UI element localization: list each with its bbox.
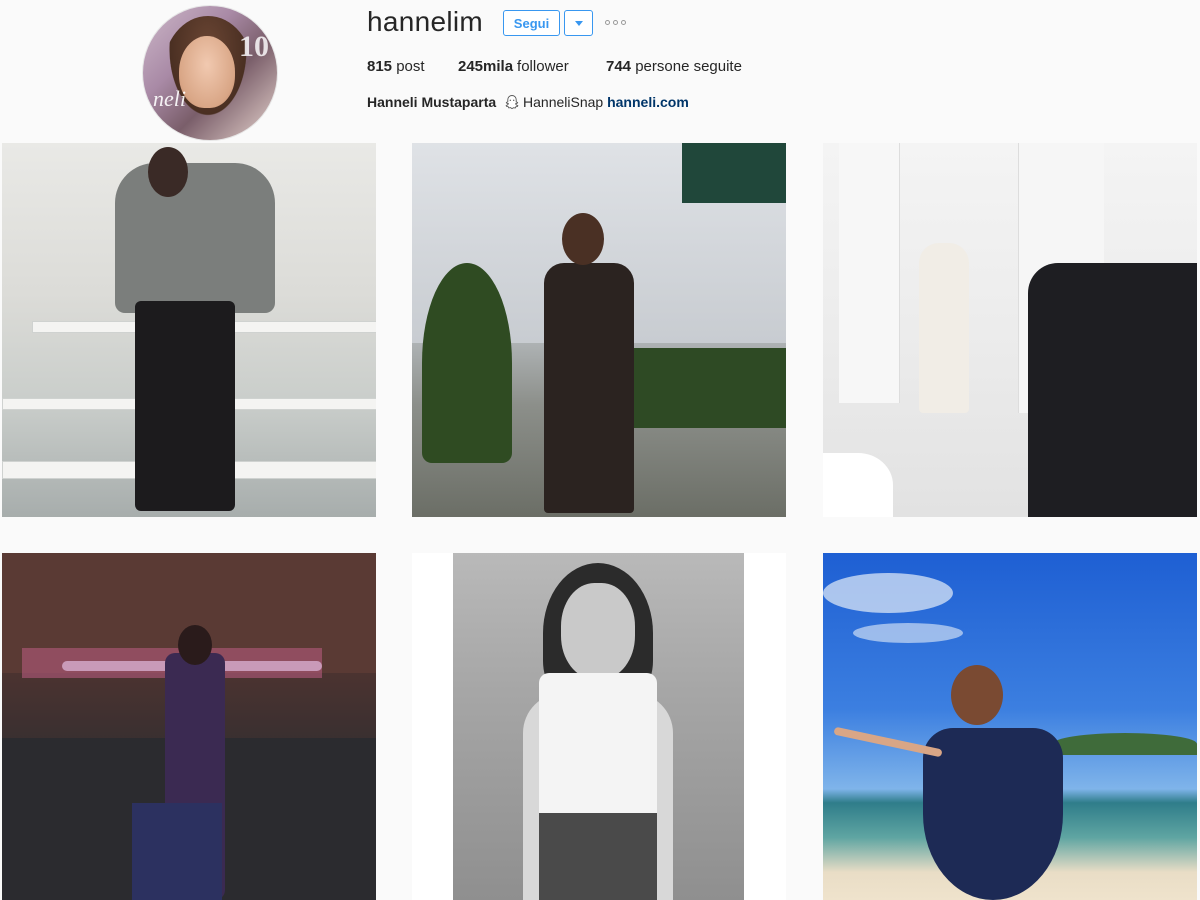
avatar-cover-title: neli	[153, 86, 186, 111]
followers-label: follower	[517, 58, 569, 75]
post-tile[interactable]	[2, 553, 376, 900]
post-decor	[422, 263, 512, 463]
more-options-icon	[613, 20, 618, 25]
post-figure	[178, 625, 212, 665]
post-figure	[561, 583, 635, 679]
avatar-cover-number: 10	[239, 30, 269, 63]
followers-stat[interactable]: 245mila follower	[458, 58, 569, 75]
profile-bio: Hanneli Mustaparta HanneliSnap hanneli.c…	[367, 94, 689, 110]
post-decor	[853, 623, 963, 643]
profile-avatar[interactable]: 10 neli	[143, 6, 277, 140]
post-tile[interactable]	[412, 143, 786, 517]
post-tile[interactable]	[2, 143, 376, 517]
more-options-icon	[621, 20, 626, 25]
profile-header: 10 neli hannelim Segui 815 post 245mila f…	[0, 0, 1200, 142]
post-figure	[919, 243, 969, 413]
more-options-button[interactable]	[605, 15, 629, 31]
posts-count: 815	[367, 58, 393, 75]
post-decor	[132, 803, 222, 900]
avatar-face	[179, 36, 235, 108]
post-figure	[562, 213, 604, 265]
post-figure	[951, 665, 1003, 725]
posts-label: post	[396, 58, 425, 75]
following-label: persone seguite	[635, 58, 742, 75]
following-stat[interactable]: 744 persone seguite	[606, 58, 742, 75]
following-count: 744	[606, 58, 632, 75]
post-figure	[1028, 263, 1197, 517]
post-decor	[823, 453, 893, 517]
website-link[interactable]: hanneli.com	[607, 94, 689, 110]
snapchat-ghost-icon	[505, 95, 519, 110]
post-figure	[115, 163, 275, 313]
follow-button[interactable]: Segui	[503, 10, 560, 36]
post-decor	[682, 143, 786, 203]
chevron-down-icon	[575, 21, 583, 26]
posts-stat: 815 post	[367, 58, 425, 75]
post-figure	[135, 301, 235, 511]
post-photo	[453, 553, 744, 900]
follow-dropdown-button[interactable]	[564, 10, 593, 36]
post-decor	[1053, 733, 1197, 755]
post-figure	[923, 728, 1063, 900]
post-figure	[544, 263, 634, 513]
post-figure	[148, 147, 188, 197]
profile-username: hannelim	[367, 6, 484, 37]
snap-handle: HanneliSnap	[523, 94, 604, 110]
post-figure	[539, 673, 657, 823]
post-tile[interactable]	[412, 553, 786, 900]
followers-count: 245mila	[458, 58, 514, 75]
post-decor	[839, 143, 900, 403]
post-figure	[539, 813, 657, 900]
more-options-icon	[605, 20, 610, 25]
post-tile[interactable]	[823, 553, 1197, 900]
full-name: Hanneli Mustaparta	[367, 94, 497, 110]
post-decor	[823, 573, 953, 613]
post-tile[interactable]	[823, 143, 1197, 517]
